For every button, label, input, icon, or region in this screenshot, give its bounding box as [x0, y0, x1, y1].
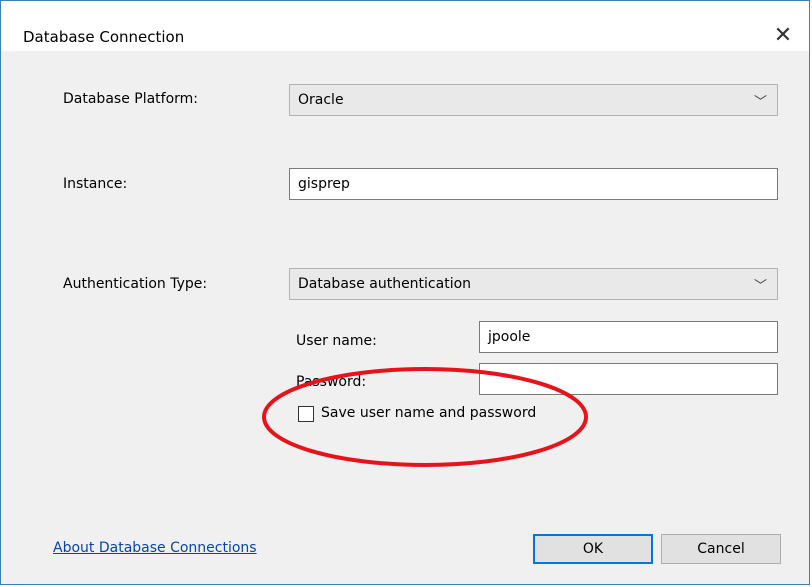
- instance-value: gisprep: [298, 176, 350, 192]
- auth-type-select[interactable]: Database authentication ﹀: [289, 268, 778, 300]
- chevron-down-icon: ﹀: [753, 279, 767, 294]
- save-credentials-checkbox[interactable]: [298, 406, 314, 422]
- ok-button-label: OK: [582, 541, 604, 557]
- close-icon[interactable]: ✕: [769, 22, 797, 48]
- dialog-window: Database Connection ✕ Database Platform:…: [0, 0, 810, 585]
- password-input[interactable]: [479, 363, 778, 395]
- window-title: Database Connection: [23, 28, 185, 46]
- instance-label: Instance:: [63, 176, 128, 192]
- password-label: Password:: [296, 374, 367, 390]
- platform-label: Database Platform:: [63, 91, 199, 107]
- auth-type-value: Database authentication: [298, 276, 472, 292]
- instance-input[interactable]: gisprep: [289, 168, 778, 200]
- username-label: User name:: [296, 333, 377, 349]
- cancel-button[interactable]: Cancel: [661, 534, 781, 564]
- platform-select[interactable]: Oracle ﹀: [289, 84, 778, 116]
- cancel-button-label: Cancel: [697, 541, 745, 557]
- ok-button[interactable]: OK: [533, 534, 653, 564]
- auth-type-label: Authentication Type:: [63, 276, 208, 292]
- username-input[interactable]: jpoole: [479, 321, 778, 353]
- about-connections-link[interactable]: About Database Connections: [53, 540, 257, 556]
- title-bar: Database Connection ✕: [1, 1, 809, 51]
- username-value: jpoole: [488, 329, 531, 345]
- save-credentials-label[interactable]: Save user name and password: [321, 405, 536, 421]
- chevron-down-icon: ﹀: [753, 95, 767, 110]
- platform-value: Oracle: [298, 92, 344, 108]
